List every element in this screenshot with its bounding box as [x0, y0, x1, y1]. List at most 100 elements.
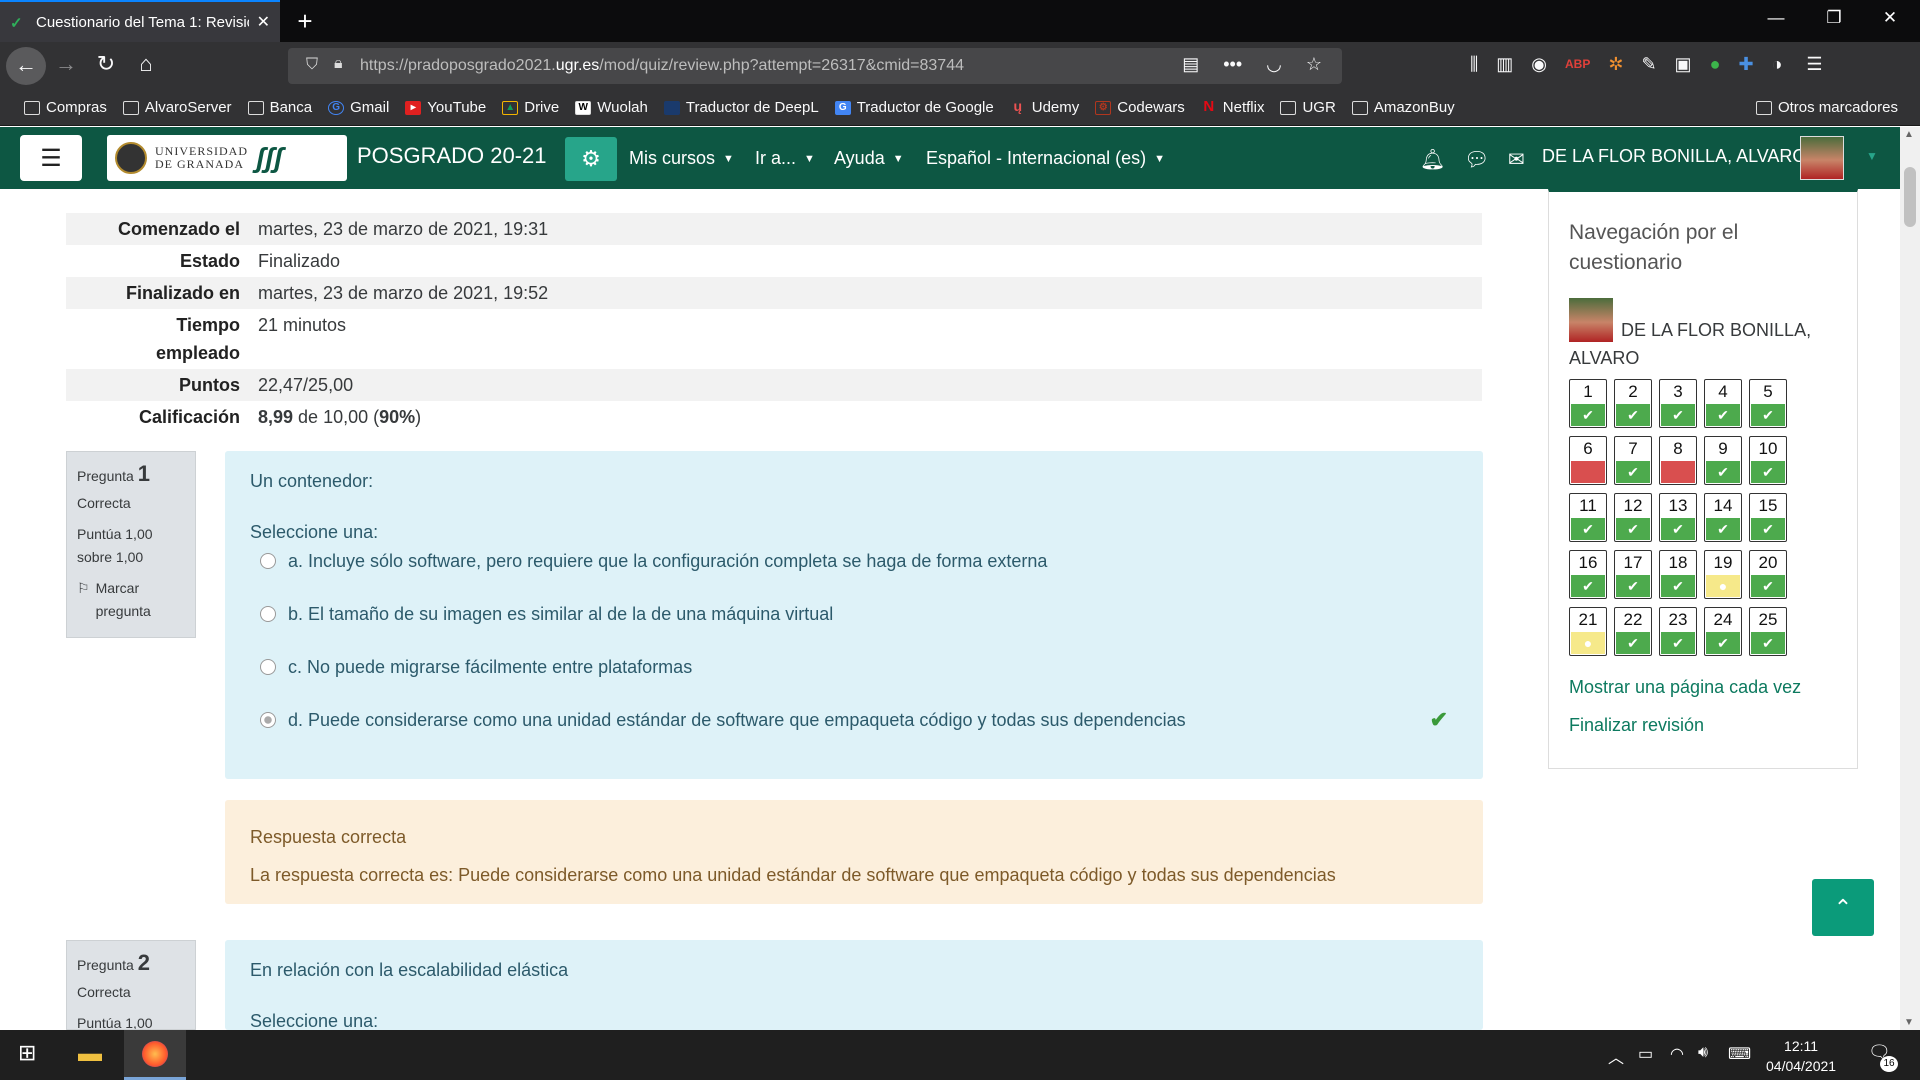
- quiz-nav-button[interactable]: 21 ●: [1569, 607, 1607, 656]
- bookmark-item[interactable]: Compras: [24, 99, 107, 116]
- drawer-toggle-button[interactable]: ☰: [20, 135, 82, 181]
- answer-option[interactable]: c. No puede migrarse fácilmente entre pl…: [250, 653, 1458, 681]
- avatar[interactable]: [1569, 298, 1613, 342]
- quiz-nav-button[interactable]: 20 ✔: [1749, 550, 1787, 599]
- quiz-nav-button[interactable]: 9 ✔: [1704, 436, 1742, 485]
- finish-review-link[interactable]: Finalizar revisión: [1569, 715, 1704, 736]
- extension-icon[interactable]: ◉: [1531, 54, 1547, 75]
- library-icon[interactable]: ⫼: [1470, 54, 1478, 75]
- quiz-nav-button[interactable]: 10 ✔: [1749, 436, 1787, 485]
- file-explorer-icon[interactable]: ▬: [78, 1040, 102, 1068]
- quiz-nav-button[interactable]: 19 ●: [1704, 550, 1742, 599]
- pocket-icon[interactable]: ◡: [1266, 54, 1282, 75]
- account-icon[interactable]: ◑: [1772, 54, 1783, 75]
- bookmark-star-icon[interactable]: ☆: [1306, 54, 1322, 75]
- quiz-nav-button[interactable]: 15 ✔: [1749, 493, 1787, 542]
- bookmark-item[interactable]: AmazonBuy: [1351, 99, 1455, 116]
- bell-icon[interactable]: 🔔︎: [1420, 147, 1445, 172]
- url-bar[interactable]: ⛉ 🔒︎ https://pradoposgrado2021. ugr.es/mo…: [288, 48, 1342, 84]
- quiz-nav-button[interactable]: 1 ✔: [1569, 379, 1607, 428]
- answer-option[interactable]: a. Incluye sólo software, pero requiere …: [250, 547, 1458, 575]
- scroll-down-arrow-icon[interactable]: ▼: [1904, 1017, 1914, 1028]
- system-clock[interactable]: 12:11 04/04/2021: [1766, 1036, 1836, 1076]
- bookmark-item[interactable]: N Netflix: [1201, 99, 1264, 117]
- radio-button-selected[interactable]: [260, 712, 276, 728]
- menu-mis-cursos[interactable]: Mis cursos ▼: [629, 148, 734, 169]
- scrollbar-thumb[interactable]: [1904, 167, 1916, 227]
- quiz-nav-button[interactable]: 12 ✔: [1614, 493, 1652, 542]
- minimize-button[interactable]: —: [1756, 8, 1796, 28]
- sidebar-icon[interactable]: ▥: [1496, 54, 1513, 75]
- bookmark-item[interactable]: UGR: [1280, 99, 1336, 116]
- quiz-nav-button[interactable]: 22 ✔: [1614, 607, 1652, 656]
- browser-tab[interactable]: ✓ Cuestionario del Tema 1: Revisió ✕: [0, 0, 280, 42]
- lock-icon[interactable]: 🔒︎: [334, 55, 343, 73]
- extension-icon[interactable]: ▣: [1675, 54, 1692, 75]
- keyboard-icon[interactable]: ⌨: [1728, 1044, 1751, 1064]
- restore-button[interactable]: ❐: [1814, 8, 1854, 28]
- home-button[interactable]: ⌂: [126, 51, 166, 77]
- quiz-nav-button[interactable]: 13 ✔: [1659, 493, 1697, 542]
- bookmark-item[interactable]: W Wuolah: [575, 99, 648, 116]
- new-tab-button[interactable]: +: [290, 6, 320, 37]
- radio-button[interactable]: [260, 553, 276, 569]
- shield-icon[interactable]: ⛉: [306, 56, 318, 74]
- extension-icon[interactable]: ●: [1710, 54, 1721, 75]
- answer-option[interactable]: d. Puede considerarse como una unidad es…: [250, 706, 1458, 734]
- radio-button[interactable]: [260, 659, 276, 675]
- quiz-nav-button[interactable]: 5 ✔: [1749, 379, 1787, 428]
- university-logo[interactable]: UNIVERSIDAD DE GRANADA ʃʃʃ: [107, 135, 347, 181]
- envelope-icon[interactable]: ✉: [1508, 147, 1525, 172]
- menu-ayuda[interactable]: Ayuda ▼: [834, 148, 904, 169]
- extension-icon[interactable]: ✲: [1608, 54, 1623, 75]
- scroll-to-top-button[interactable]: ⌃: [1812, 879, 1874, 936]
- chevron-up-icon[interactable]: ︿: [1608, 1044, 1624, 1068]
- page-actions-icon[interactable]: •••: [1223, 54, 1242, 75]
- quiz-nav-button[interactable]: 23 ✔: [1659, 607, 1697, 656]
- quiz-nav-button[interactable]: 14 ✔: [1704, 493, 1742, 542]
- bookmark-item[interactable]: ▸ YouTube: [405, 99, 486, 116]
- radio-button[interactable]: [260, 606, 276, 622]
- firefox-taskbar-button[interactable]: [124, 1030, 186, 1080]
- close-window-button[interactable]: ✕: [1870, 8, 1910, 28]
- extension-icon[interactable]: ✚: [1738, 54, 1753, 75]
- hamburger-menu-icon[interactable]: ☰: [1806, 54, 1822, 75]
- quiz-nav-button[interactable]: 16 ✔: [1569, 550, 1607, 599]
- quiz-nav-button[interactable]: 17 ✔: [1614, 550, 1652, 599]
- quiz-nav-button[interactable]: 4 ✔: [1704, 379, 1742, 428]
- quiz-nav-button[interactable]: 2 ✔: [1614, 379, 1652, 428]
- adblock-icon[interactable]: ABP: [1565, 57, 1590, 75]
- other-bookmarks[interactable]: Otros marcadores: [1755, 99, 1898, 116]
- quiz-nav-button[interactable]: 7 ✔: [1614, 436, 1652, 485]
- quiz-nav-button[interactable]: 11 ✔: [1569, 493, 1607, 542]
- quiz-nav-button[interactable]: 24 ✔: [1704, 607, 1742, 656]
- caret-down-icon[interactable]: ▼: [1866, 149, 1878, 163]
- quiz-nav-button[interactable]: 6: [1569, 436, 1607, 485]
- flag-question-link[interactable]: ⚐ Marcar pregunta: [77, 577, 185, 623]
- windows-start-icon[interactable]: ⊞: [18, 1040, 36, 1066]
- reader-view-icon[interactable]: ▤: [1182, 54, 1199, 75]
- extension-icon[interactable]: ✎: [1641, 54, 1656, 75]
- volume-icon[interactable]: 🔊︎: [1698, 1044, 1708, 1062]
- bookmark-item[interactable]: ⚙ Codewars: [1095, 99, 1185, 116]
- quiz-nav-button[interactable]: 8: [1659, 436, 1697, 485]
- menu-language[interactable]: Español - Internacional (es) ▼: [926, 148, 1165, 169]
- gears-button[interactable]: ⚙: [565, 137, 617, 181]
- chat-bubble-icon[interactable]: 💬︎: [1464, 147, 1489, 172]
- close-tab-icon[interactable]: ✕: [257, 12, 270, 32]
- avatar[interactable]: [1800, 136, 1844, 180]
- bookmark-item[interactable]: Traductor de DeepL: [663, 99, 819, 116]
- quiz-nav-button[interactable]: 3 ✔: [1659, 379, 1697, 428]
- bookmark-item[interactable]: AlvaroServer: [122, 99, 232, 116]
- bookmark-item[interactable]: Banca: [247, 99, 312, 116]
- bookmark-item[interactable]: G Traductor de Google: [834, 99, 994, 116]
- scrollbar[interactable]: ▲ ▼: [1900, 127, 1920, 1030]
- bookmark-item[interactable]: G Gmail: [328, 99, 389, 116]
- site-name[interactable]: POSGRADO 20-21: [357, 143, 547, 169]
- bookmark-item[interactable]: ▲ Drive: [502, 99, 559, 116]
- show-one-page-link[interactable]: Mostrar una página cada vez: [1569, 677, 1801, 698]
- forward-button[interactable]: →: [46, 51, 86, 77]
- battery-icon[interactable]: ▭: [1638, 1044, 1653, 1064]
- back-button[interactable]: ←: [6, 47, 46, 85]
- wifi-icon[interactable]: ◠: [1670, 1044, 1684, 1064]
